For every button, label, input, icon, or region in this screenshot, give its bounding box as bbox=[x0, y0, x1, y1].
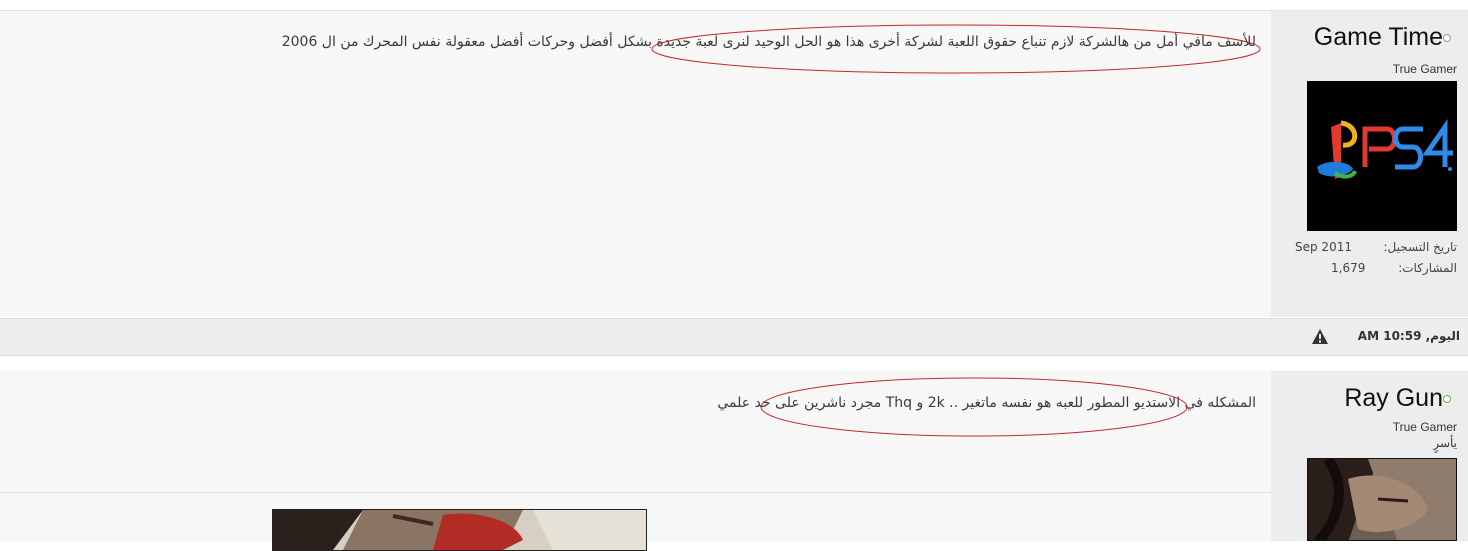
post-2-user-subtitle: يأسرٍ bbox=[1433, 436, 1457, 450]
post-1-content bbox=[0, 11, 1271, 317]
post-1-post-count: المشاركات: 1,679 bbox=[1331, 261, 1457, 275]
post-1-message: للأسف مافي أمل من هالشركة لازم تنباع حقو… bbox=[281, 34, 1256, 50]
post-2-user-title: True Gamer bbox=[1392, 420, 1457, 434]
character-art-icon bbox=[273, 510, 646, 550]
post-2-message: المشكله في الاستديو المطور للعبه هو نفسه… bbox=[717, 395, 1256, 411]
warning-icon[interactable] bbox=[1311, 328, 1329, 345]
character-portrait-icon bbox=[1308, 459, 1456, 540]
post-1-join-date: تاريخ التسجيل: Sep 2011 bbox=[1295, 240, 1457, 254]
ps4-logo-avatar[interactable] bbox=[1307, 81, 1457, 231]
signature-divider bbox=[0, 492, 1271, 493]
post-2-username[interactable]: Ray Gun bbox=[1344, 384, 1457, 412]
post-date: اليوم, 10:59 AM bbox=[1357, 329, 1460, 343]
character-portrait-avatar[interactable] bbox=[1307, 458, 1457, 541]
ps4-logo-icon bbox=[1307, 81, 1457, 231]
post-date-bar: اليوم, 10:59 AM bbox=[0, 318, 1468, 356]
character-art-signature bbox=[272, 509, 647, 551]
online-status-icon bbox=[1443, 395, 1451, 404]
post-1-username[interactable]: Game Time bbox=[1314, 23, 1457, 51]
post-1-user-title: True Gamer bbox=[1392, 62, 1457, 76]
offline-status-icon bbox=[1443, 34, 1451, 43]
